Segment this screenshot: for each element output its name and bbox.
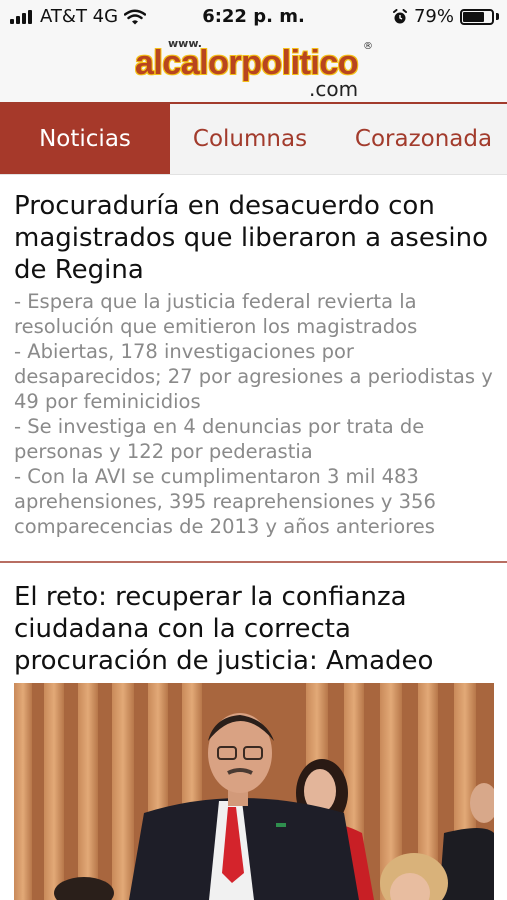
article-divider bbox=[0, 561, 507, 563]
tab-columnas[interactable]: Columnas bbox=[170, 104, 330, 174]
article-headline[interactable]: Procuraduría en desacuerdo con magistrad… bbox=[14, 190, 494, 286]
article-card[interactable]: Procuraduría en desacuerdo con magistrad… bbox=[14, 190, 494, 539]
section-tabs: Noticias Columnas Corazonada bbox=[0, 104, 507, 175]
battery-percent: 79% bbox=[413, 6, 454, 27]
tab-noticias[interactable]: Noticias bbox=[0, 104, 170, 174]
summary-bullet: - Se investiga en 4 denuncias por trata … bbox=[14, 415, 425, 463]
tab-corazonada[interactable]: Corazonada bbox=[340, 104, 507, 174]
status-right: 79% bbox=[392, 6, 499, 27]
article-card[interactable]: El reto: recuperar la confianza ciudadan… bbox=[14, 581, 494, 677]
article-photo[interactable] bbox=[14, 683, 494, 900]
battery-icon bbox=[460, 8, 494, 25]
site-header: www. alcalorpolitico ® .com bbox=[0, 34, 507, 104]
logo-dotcom: .com bbox=[309, 77, 359, 101]
alarm-icon bbox=[392, 8, 407, 23]
status-bar: AT&T 4G 6:22 p. m. 79% bbox=[0, 0, 507, 34]
logo-registered-mark: ® bbox=[363, 41, 373, 52]
article-headline[interactable]: El reto: recuperar la confianza ciudadan… bbox=[14, 581, 494, 677]
battery-tip bbox=[496, 13, 499, 20]
battery-fill bbox=[463, 11, 484, 22]
site-logo[interactable]: www. alcalorpolitico ® .com bbox=[135, 36, 375, 101]
article-summary: - Espera que la justicia federal reviert… bbox=[14, 289, 494, 539]
press-photo-illustration bbox=[14, 683, 494, 900]
summary-bullet: - Con la AVI se cumplimentaron 3 mil 483… bbox=[14, 465, 436, 538]
summary-bullet: - Abiertas, 178 investigaciones por desa… bbox=[14, 340, 493, 413]
summary-bullet: - Espera que la justicia federal reviert… bbox=[14, 290, 418, 338]
